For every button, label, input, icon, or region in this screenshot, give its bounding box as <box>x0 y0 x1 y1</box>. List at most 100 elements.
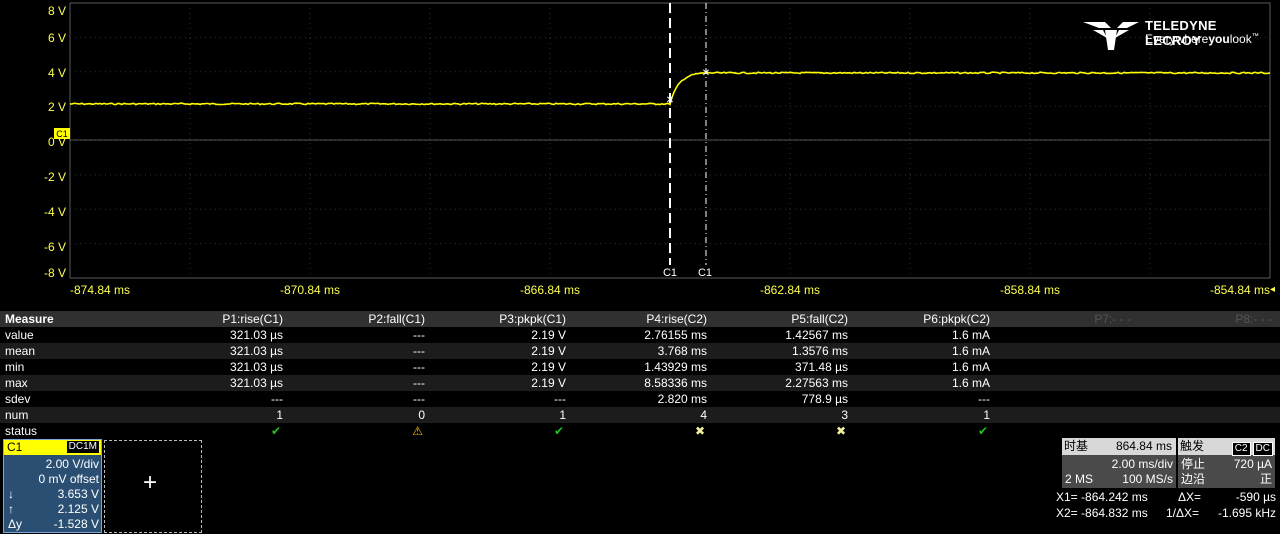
trigger-coupling-badge: DC <box>1252 442 1273 456</box>
measure-cell: 321.03 µs <box>230 376 283 390</box>
measure-row-label: min <box>5 360 25 374</box>
measure-status-icon: ✔ <box>270 424 281 438</box>
timebase-rate: 100 MS/s <box>1122 472 1173 486</box>
measure-cell: 8.58336 ms <box>644 376 707 390</box>
measure-row: value 321.03 µs --- 2.19 V 2.76155 ms 1.42567… <box>0 327 1280 343</box>
measure-column-header[interactable]: P4:rise(C2) <box>567 311 707 327</box>
measure-cell: 1.6 mA <box>951 328 990 342</box>
measure-column-header[interactable]: P7:- - - <box>991 311 1131 327</box>
measure-cell: --- <box>554 392 566 406</box>
cursor-inv-dx-readout: 1/ΔX= <box>1166 506 1200 520</box>
c1-channel-panel[interactable]: C1 DC1M 2.00 V/div 0 mV offset ↓ 3.653 V… <box>3 439 102 533</box>
measure-cell: 2.19 V <box>531 328 566 342</box>
measure-cell: 2.19 V <box>531 360 566 374</box>
measure-cell: 3 <box>841 408 848 422</box>
measure-cell: --- <box>413 328 425 342</box>
measure-column-header[interactable]: P6:pkpk(C2) <box>850 311 990 327</box>
measure-column-header[interactable]: P2:fall(C1) <box>285 311 425 327</box>
timebase-label: 时基 <box>1064 439 1089 453</box>
trigger-panel[interactable]: 触发 C2 DC 停止 720 µA 边沿 正 <box>1178 438 1275 488</box>
timebase-tdiv: 2.00 ms/div <box>1111 457 1173 471</box>
measure-row: status ✔ ⚠ ✔ ✖ ✖ ✔ <box>0 423 1280 439</box>
cursor-inv-dx-value: -1.695 kHz <box>1217 506 1276 520</box>
measure-status-icon: ✔ <box>977 424 988 438</box>
y-tick-label: 4 V <box>47 66 66 80</box>
plus-icon: + <box>143 469 158 496</box>
y-tick-label: 2 V <box>47 100 66 114</box>
trigger-mode: 停止 <box>1181 457 1206 471</box>
trigger-label: 触发 <box>1180 439 1205 453</box>
timebase-points: 2 MS <box>1065 472 1094 486</box>
measure-cell: 2.19 V <box>531 376 566 390</box>
measure-cell: --- <box>413 344 425 358</box>
measure-row: num 1 0 1 4 3 1 <box>0 407 1280 423</box>
trigger-slope: 正 <box>1259 472 1272 486</box>
y-tick-label: 6 V <box>47 31 66 45</box>
measure-cell: 2.27563 ms <box>785 376 848 390</box>
measure-column-header[interactable]: P3:pkpk(C1) <box>426 311 566 327</box>
measure-cell: 3.768 ms <box>657 344 707 358</box>
measure-row-label: max <box>5 376 28 390</box>
c1-panel-channel: C1 <box>7 440 23 454</box>
measure-cell: 4 <box>700 408 707 422</box>
measure-status-icon: ✖ <box>694 424 705 438</box>
cursor-x2-label: C1 <box>698 267 712 279</box>
measure-cell: 1.43929 ms <box>644 360 707 374</box>
measure-row: max 321.03 µs --- 2.19 V 8.58336 ms 2.27563 m… <box>0 375 1280 391</box>
measure-row-label: value <box>5 328 34 342</box>
cursor-x1-label: C1 <box>663 267 677 279</box>
measure-row-label: sdev <box>5 392 31 406</box>
trigger-level: 720 µA <box>1233 457 1272 471</box>
timebase-delay: 864.84 ms <box>1115 439 1172 453</box>
measure-cell: 778.9 µs <box>801 392 848 406</box>
measure-cell: 1 <box>983 408 990 422</box>
measure-cell: 321.03 µs <box>230 344 283 358</box>
measure-cell: 371.48 µs <box>795 360 848 374</box>
trigger-source-badge: C2 <box>1231 442 1251 456</box>
y-tick-label: -6 V <box>43 240 66 254</box>
measure-cell: 321.03 µs <box>230 328 283 342</box>
measure-column-header[interactable]: P1:rise(C1) <box>143 311 283 327</box>
teledyne-lecroy-logo: TELEDYNE LECROY Everywhereyoulook™ <box>1083 16 1273 56</box>
cursor-dx-readout: ΔX= <box>1178 490 1202 504</box>
measure-cell: 1.3576 ms <box>791 344 848 358</box>
measure-cell: 2.19 V <box>531 344 566 358</box>
measure-row-label: status <box>5 424 38 438</box>
cursor-x2-readout: X2= -864.832 ms <box>1056 506 1148 520</box>
c1-panel-header: C1 DC1M <box>4 440 101 455</box>
measure-cell: 1.6 mA <box>951 344 990 358</box>
measure-column-header[interactable]: P8:- - - <box>1132 311 1272 327</box>
x-tick-label: -862.84 ms <box>760 283 821 297</box>
x-tick-label: -854.84 ms <box>1210 283 1271 297</box>
x-tick-label: -866.84 ms <box>520 283 581 297</box>
x-tick-label: -874.84 ms <box>70 283 131 297</box>
x-scroll-arrow-icon[interactable]: ◂ <box>1270 284 1275 295</box>
measure-status-icon: ✔ <box>553 424 564 438</box>
cursor-dx-value: -590 µs <box>1235 490 1276 504</box>
measure-cell: 321.03 µs <box>230 360 283 374</box>
measure-title: Measure <box>5 312 54 326</box>
c1-coupling-badge: DC1M <box>66 441 99 453</box>
measure-header-row: Measure P1:rise(C1) P2:fall(C1) P3:pkpk(C1)… <box>0 311 1280 327</box>
cursor-x1-marker: ✕ <box>666 95 674 106</box>
y-tick-label: -4 V <box>43 205 66 219</box>
x-tick-label: -870.84 ms <box>280 283 341 297</box>
c1-vdiv: 2.00 V/div <box>45 457 99 471</box>
y-tick-label: 8 V <box>47 4 66 18</box>
measure-row: min 321.03 µs --- 2.19 V 1.43929 ms 371.48 µs… <box>0 359 1280 375</box>
measure-column-header[interactable]: P5:fall(C2) <box>708 311 848 327</box>
c1-cursor-up-value: 2.125 V <box>57 502 99 516</box>
measure-cell: 1.6 mA <box>951 376 990 390</box>
y-tick-label: -2 V <box>43 170 66 184</box>
measure-row-label: num <box>5 408 29 422</box>
measure-cell: 2.820 ms <box>657 392 707 406</box>
timebase-panel[interactable]: 时基 864.84 ms 2.00 ms/div 2 MS 100 MS/s <box>1062 438 1176 488</box>
measure-cell: 1 <box>559 408 566 422</box>
add-trace-button[interactable]: + <box>104 440 202 533</box>
measure-cell: --- <box>978 392 990 406</box>
c1-delta-y-value: -1.528 V <box>53 517 99 531</box>
measure-row: mean 321.03 µs --- 2.19 V 3.768 ms 1.3576 ms 1… <box>0 343 1280 359</box>
measure-row: sdev --- --- --- 2.820 ms 778.9 µs --- <box>0 391 1280 407</box>
cursor-x1-readout: X1= -864.242 ms <box>1056 490 1148 504</box>
measure-cell: --- <box>271 392 283 406</box>
